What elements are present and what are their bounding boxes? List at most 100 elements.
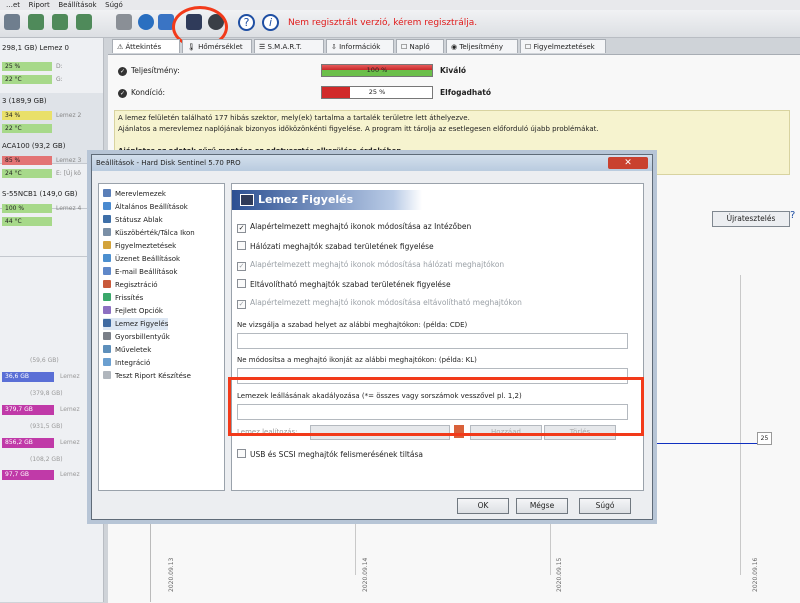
help-icon[interactable]: ? [238,14,255,31]
settings-icon [103,358,111,366]
disk-list-panel: 298,1 GB) Lemez 0 25 % D: 22 °C G: 3 (18… [0,38,104,602]
volume-used: 856,2 GB [2,438,54,448]
settings-tree-item[interactable]: Lemez Figyelés [103,318,169,330]
checkbox-modify-icons-explorer[interactable]: ✓ Alapértelmezett meghajtó ikonok módosít… [237,222,471,233]
disk-entry[interactable]: S-55NCB1 (149,0 GB) 100 % Lemez 4 44 °C [0,186,103,257]
disk-volume-label: Lemez 3 [56,157,82,164]
settings-tree-item[interactable]: Regisztráció [103,279,158,291]
tab-log[interactable]: ☐ Napló [396,39,444,53]
tree-item-label: Integráció [115,359,151,367]
checkbox-network-free-space[interactable]: Hálózati meghajtók szabad területének fi… [237,241,434,252]
tree-item-label: E-mail Beállítások [115,268,178,276]
disk-volume-label: Lemez 2 [56,112,82,119]
checkbox-disable-usb-scsi[interactable]: USB és SCSI meghajtók felismerésének til… [237,449,423,460]
disk-volume-label: Lemez 4 [56,205,82,212]
tab-label: Hőmérséklet [198,43,243,51]
disk-icon[interactable] [4,14,20,30]
tree-item-label: Teszt Riport Készítése [115,372,191,380]
close-button[interactable]: ✕ [608,157,648,169]
settings-icon [103,189,111,197]
settings-tree-item[interactable]: Üzenet Beállítások [103,253,180,265]
ok-button[interactable]: OK [457,498,509,514]
exclude-free-space-label: Ne vizsgálja a szabad helyet az alábbi m… [237,321,468,329]
tab-overview[interactable]: ⚠ Áttekintés [112,39,180,53]
cancel-button[interactable]: Mégse [516,498,568,514]
tree-item-label: Küszöbérték/Tálca Ikon [115,229,195,237]
settings-tree-item[interactable]: Frissítés [103,292,143,304]
performance-bar: 100 % [321,64,433,77]
settings-content: Lemez Figyelés ✓ Alapértelmezett meghajtó… [231,183,644,491]
checkbox-label: Eltávolítható meghajtók szabad területén… [250,280,451,289]
volume-used: 379,7 GB [2,405,54,415]
disk-temperature: 24 °C [2,169,52,178]
settings-tree-item[interactable]: Fejlett Opciók [103,305,163,317]
tree-item-label: Üzenet Beállítások [115,255,181,263]
x-tick-label: 2020.09.16 [752,557,759,592]
info-icon[interactable]: i [262,14,279,31]
recycle-icon[interactable] [76,14,92,30]
volume-size: (379,8 GB) [30,390,63,397]
help-button[interactable]: Súgó [579,498,631,514]
settings-tree-item[interactable]: Általános Beállítások [103,201,188,213]
recycle-icon[interactable] [52,14,68,30]
exclude-free-space-input[interactable] [237,333,628,349]
disk-temperature: 22 °C [2,75,52,84]
performance-rating: Kiváló [440,66,467,75]
tab-performance[interactable]: ◉ Teljesítmény [446,39,518,53]
volume-size: (108,2 GB) [30,456,63,463]
settings-icon [103,371,111,379]
settings-tree-item[interactable]: Merevlemezek [103,188,166,200]
dialog-title[interactable]: Beállítások - Hard Disk Sentinel 5.70 PR… [92,155,652,171]
settings-tree-item[interactable]: Küszöbérték/Tálca Ikon [103,227,195,239]
tab-alerts[interactable]: ☐ Figyelmeztetések [520,39,606,53]
tree-item-label: Regisztráció [115,281,158,289]
condition-rating: Elfogadható [440,88,492,97]
recycle-icon[interactable] [28,14,44,30]
performance-row: ✓ Teljesítmény: [118,66,180,76]
tree-item-label: Fejlett Opciók [115,307,163,315]
disk-volume-label: D: [56,63,63,70]
menu-item-help[interactable]: Súgó [105,0,123,10]
tree-item-label: Figyelmeztetések [115,242,177,250]
refresh-icon[interactable] [138,14,154,30]
checkbox-label: Hálózati meghajtók szabad területének fi… [250,242,434,251]
checkbox-modify-icons-network[interactable]: ✓ Alapértelmezett meghajtó ikonok módosít… [237,260,504,271]
performance-label: Teljesítmény: [131,66,180,75]
volume-size: (931,5 GB) [30,423,63,430]
tab-label: Napló [409,43,430,51]
tree-item-label: Státusz Ablak [115,216,163,224]
settings-tree-item[interactable]: E-mail Beállítások [103,266,177,278]
x-tick-label: 2020.09.15 [556,557,563,592]
menu-item-settings[interactable]: Beállítások [58,0,96,10]
grid-line [740,275,741,575]
settings-tree-item[interactable]: Műveletek [103,344,151,356]
volume-row[interactable]: 97,7 GB Lemez [0,464,103,486]
settings-tree-item[interactable]: Státusz Ablak [103,214,163,226]
checkbox-modify-icons-removable[interactable]: ✓ Alapértelmezett meghajtó ikonok módosít… [237,298,522,309]
tab-smart[interactable]: ☰ S.M.A.R.T. [254,39,324,53]
retest-button[interactable]: Újratesztelés [712,211,790,227]
help-icon[interactable]: ? [790,210,800,224]
tree-item-label: Frissítés [115,294,144,302]
condition-label: Kondíció: [131,88,166,97]
checkbox-removable-free-space[interactable]: Eltávolítható meghajtók szabad területén… [237,279,451,290]
tab-temperature[interactable]: 🌡 Hőmérséklet [182,39,252,53]
tab-information[interactable]: ⇩ Információk [326,39,394,53]
settings-tree-item[interactable]: Gyorsbillentyűk [103,331,170,343]
disk-temperature: 22 °C [2,124,52,133]
document-icon[interactable] [116,14,132,30]
settings-tree-item[interactable]: Teszt Riport Készítése [103,370,191,382]
registration-warning[interactable]: Nem regisztrált verzió, kérem regisztrál… [288,18,477,28]
settings-tree-item[interactable]: Integráció [103,357,150,369]
menu-item-report[interactable]: Riport [29,0,50,10]
checkbox-label: Alapértelmezett meghajtó ikonok módosítá… [250,298,522,307]
settings-tree-item[interactable]: Figyelmeztetések [103,240,176,252]
disk-title: S-55NCB1 (149,0 GB) [2,190,78,198]
performance-value: 100 % [366,66,388,74]
volume-used: 97,7 GB [2,470,54,480]
volume-size: (59,6 GB) [30,357,59,364]
x-tick-label: 2020.09.13 [168,557,175,592]
check-icon: ✓ [118,89,127,98]
menu-item-file[interactable]: …et [6,0,20,10]
info-line: Ajánlatos a merevlemez naplójának bizony… [118,125,599,133]
